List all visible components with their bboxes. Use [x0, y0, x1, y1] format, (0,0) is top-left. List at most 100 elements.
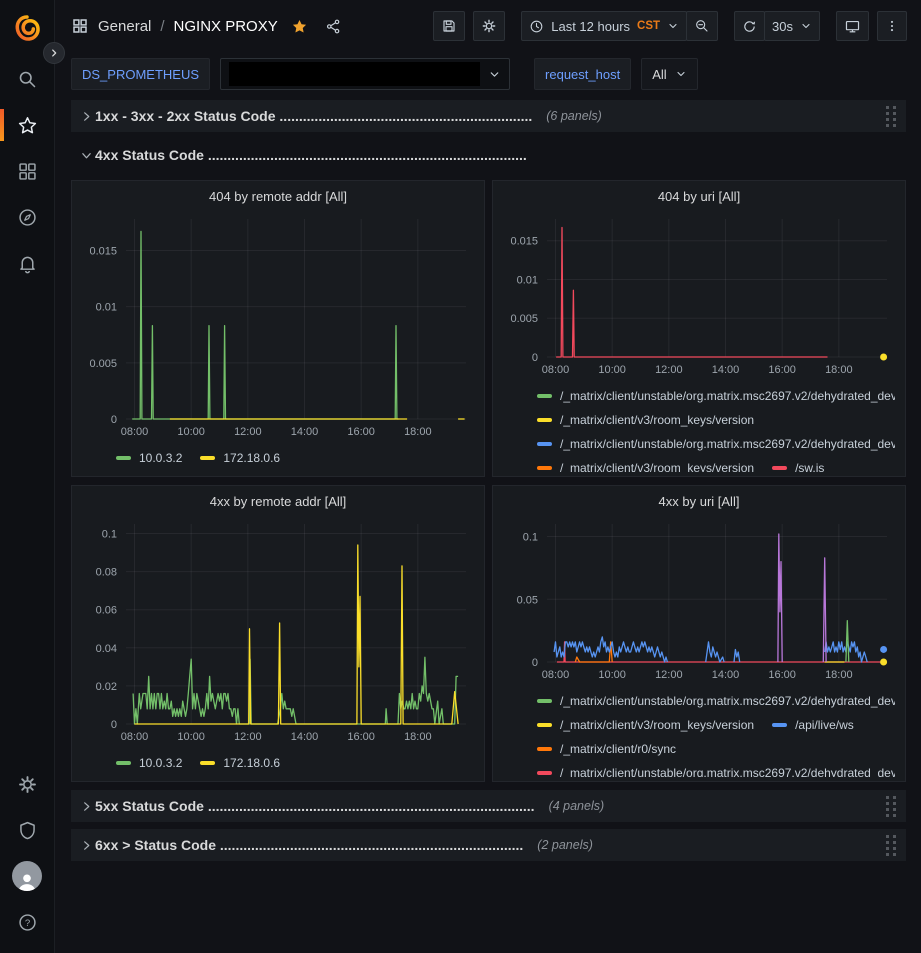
row-drag-handle[interactable]: [884, 104, 898, 129]
grafana-app: ? General / NGINX PROXY: [0, 0, 921, 953]
legend-item[interactable]: /sw.js: [772, 456, 824, 472]
redacted-variable-value: [229, 62, 480, 86]
legend-item[interactable]: /_matrix/client/v3/room_keys/version: [537, 408, 754, 432]
refresh-button[interactable]: [734, 11, 765, 41]
legend-item[interactable]: /_matrix/client/v3/room_keys/version: [537, 713, 754, 737]
legend-item[interactable]: /_matrix/client/unstable/org.matrix.msc2…: [537, 761, 895, 777]
legend-label: 10.0.3.2: [139, 756, 182, 770]
bell-icon: [17, 253, 38, 274]
svg-text:10:00: 10:00: [177, 731, 205, 743]
sidebar-item-starred[interactable]: [0, 102, 55, 148]
variable-value-request-host[interactable]: All: [641, 58, 697, 90]
zoom-out-button[interactable]: [686, 11, 718, 41]
panel-title[interactable]: 404 by remote addr [All]: [82, 185, 474, 211]
legend-marker: [537, 699, 552, 703]
panel-4xx-by-remote-addr: 4xx by remote addr [All] 08:0010:0012:00…: [71, 485, 485, 782]
chevron-right-icon: [77, 801, 95, 812]
legend-marker: [537, 418, 552, 422]
sidebar-item-profile[interactable]: [0, 853, 55, 899]
series-/api/live/ws: [706, 642, 724, 662]
row-title: 1xx - 3xx - 2xx Status Code ............…: [95, 108, 532, 124]
chart-canvas: 08:0010:0012:0014:0016:0018:0000.0050.01…: [82, 211, 474, 441]
share-icon[interactable]: [325, 18, 342, 35]
time-series-chart[interactable]: 08:0010:0012:0014:0016:0018:0000.0050.01…: [503, 211, 895, 379]
legend-item[interactable]: /_matrix/client/unstable/org.matrix.msc2…: [537, 689, 895, 713]
variable-label-request-host: request_host: [534, 58, 631, 90]
legend-item[interactable]: 10.0.3.2: [116, 751, 182, 775]
svg-text:14:00: 14:00: [712, 669, 740, 681]
legend-label: /_matrix/client/v3/room_keys/version: [560, 461, 754, 472]
legend-item[interactable]: /_matrix/client/r0/sync: [537, 737, 676, 761]
sidebar-item-explore[interactable]: [0, 194, 55, 240]
panel-title[interactable]: 4xx by remote addr [All]: [82, 490, 474, 516]
sidebar-item-search[interactable]: [0, 56, 55, 102]
row-title: 4xx Status Code ........................…: [95, 147, 527, 163]
row-panel-count: (6 panels): [546, 109, 602, 123]
legend-marker: [772, 723, 787, 727]
svg-text:10:00: 10:00: [598, 669, 626, 681]
favorite-star-icon[interactable]: [291, 18, 308, 35]
tv-mode-button[interactable]: [836, 11, 869, 41]
svg-text:18:00: 18:00: [404, 426, 432, 438]
time-series-chart[interactable]: 08:0010:0012:0014:0016:0018:0000.0050.01…: [82, 211, 474, 441]
row-1xx-3xx-2xx[interactable]: 1xx - 3xx - 2xx Status Code ............…: [71, 100, 906, 132]
svg-text:18:00: 18:00: [825, 364, 853, 376]
time-series-chart[interactable]: 08:0010:0012:0014:0016:0018:0000.020.040…: [82, 516, 474, 746]
legend-item[interactable]: /_matrix/client/unstable/org.matrix.msc2…: [537, 432, 895, 456]
time-range-picker[interactable]: Last 12 hours CST: [521, 11, 687, 41]
svg-text:0: 0: [532, 352, 538, 364]
star-icon: [17, 115, 38, 136]
panel-404-by-remote-addr: 404 by remote addr [All] 08:0010:0012:00…: [71, 180, 485, 477]
chart-canvas: 08:0010:0012:0014:0016:0018:0000.050.1: [503, 516, 895, 684]
dashboard-variables-bar: DS_PROMETHEUS request_host All: [55, 52, 921, 100]
sidebar-expand-button[interactable]: [43, 42, 65, 64]
legend-item[interactable]: /_matrix/client/unstable/org.matrix.msc2…: [537, 384, 895, 408]
row-4xx[interactable]: 4xx Status Code ........................…: [71, 139, 906, 171]
legend-item[interactable]: 172.18.0.6: [200, 446, 280, 470]
breadcrumb-separator: /: [160, 18, 164, 35]
legend-item[interactable]: /_matrix/client/v3/room_keys/version: [537, 456, 754, 472]
main-area: General / NGINX PROXY Last 12 hours CST: [55, 0, 921, 953]
row-5xx[interactable]: 5xx Status Code ........................…: [71, 790, 906, 822]
dashboard-settings-button[interactable]: [473, 11, 505, 41]
sidebar-item-server-admin[interactable]: [0, 807, 55, 853]
legend-item[interactable]: 10.0.3.2: [116, 446, 182, 470]
sidebar-item-configuration[interactable]: [0, 761, 55, 807]
svg-text:0.04: 0.04: [96, 643, 117, 655]
sidebar: ?: [0, 0, 55, 953]
breadcrumb-folder[interactable]: General: [98, 18, 151, 35]
save-dashboard-button[interactable]: [433, 11, 465, 41]
refresh-interval-picker[interactable]: 30s: [764, 11, 820, 41]
panels-grid-row-2: 4xx by remote addr [All] 08:0010:0012:00…: [71, 485, 906, 782]
variable-selected-value: All: [652, 67, 666, 82]
time-series-chart[interactable]: 08:0010:0012:0014:0016:0018:0000.050.1: [503, 516, 895, 684]
compass-icon: [17, 207, 38, 228]
grafana-flame-icon: [13, 14, 41, 42]
panel-title[interactable]: 4xx by uri [All]: [503, 490, 895, 516]
row-6xx[interactable]: 6xx > Status Code ......................…: [71, 829, 906, 861]
legend-label: /api/live/ws: [795, 718, 854, 732]
row-panel-count: (4 panels): [549, 799, 605, 813]
panel-title[interactable]: 404 by uri [All]: [503, 185, 895, 211]
variable-value-ds-prometheus[interactable]: [220, 58, 510, 90]
more-options-button[interactable]: [877, 11, 907, 41]
chart-legend: 10.0.3.2 172.18.0.6: [82, 746, 474, 777]
chevron-right-icon: [49, 48, 59, 58]
legend-marker: [116, 761, 131, 765]
row-drag-handle[interactable]: [884, 794, 898, 819]
legend-item[interactable]: /api/live/ws: [772, 713, 854, 737]
svg-text:10:00: 10:00: [598, 364, 626, 376]
shield-icon: [17, 820, 38, 841]
sidebar-item-alerting[interactable]: [0, 240, 55, 286]
legend-marker: [200, 761, 215, 765]
sidebar-item-help[interactable]: ?: [0, 899, 55, 945]
legend-item[interactable]: 172.18.0.6: [200, 751, 280, 775]
svg-text:14:00: 14:00: [712, 364, 740, 376]
sidebar-item-dashboards[interactable]: [0, 148, 55, 194]
chevron-right-icon: [77, 840, 95, 851]
dashboard-grid-icon: [71, 17, 89, 35]
row-drag-handle[interactable]: [884, 833, 898, 858]
legend-marker: [537, 394, 552, 398]
svg-text:0: 0: [111, 719, 117, 731]
chevron-down-icon: [800, 20, 812, 32]
